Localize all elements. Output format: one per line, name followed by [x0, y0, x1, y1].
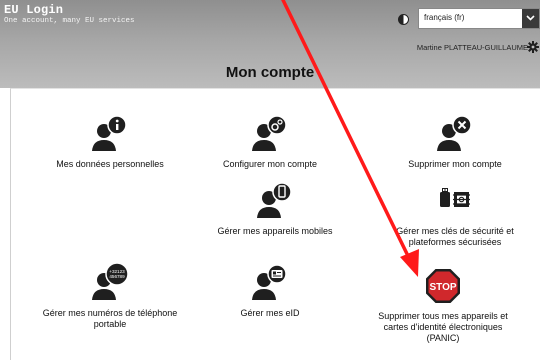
- gear-icon[interactable]: [527, 40, 539, 58]
- tile-delete-account-label: Supprimer mon compte: [408, 159, 502, 169]
- tile-panic-label: Supprimer tous mes appareils et cartes d…: [378, 311, 508, 343]
- tile-mobile-devices-label: Gérer mes appareils mobiles: [217, 226, 333, 236]
- tile-security-keys-label: Gérer mes clés de sécurité et plateforme…: [396, 226, 514, 247]
- tile-eid[interactable]: Gérer mes eID: [195, 262, 345, 319]
- page-title: Mon compte: [225, 64, 315, 81]
- user-delete-icon: [434, 113, 476, 155]
- user-id-card-icon: [249, 262, 291, 304]
- tile-personal-data[interactable]: Mes données personnelles: [35, 113, 185, 170]
- app-tagline: One account, many EU services: [4, 17, 135, 25]
- user-mobile-icon: [254, 180, 296, 222]
- security-key-chip-icon: [434, 180, 476, 222]
- tile-security-keys[interactable]: Gérer mes clés de sécurité et plateforme…: [380, 180, 530, 248]
- language-select[interactable]: français (fr): [418, 8, 540, 29]
- user-phone-number-icon: +32123 456789: [89, 262, 131, 304]
- stop-sign-text: STOP: [429, 282, 456, 293]
- user-name[interactable]: Martine PLATTEAU-GUILLAUME: [417, 43, 528, 52]
- language-select-value: français (fr): [424, 13, 465, 22]
- tile-personal-data-label: Mes données personnelles: [56, 159, 164, 169]
- tile-configure-account-label: Configurer mon compte: [222, 159, 318, 169]
- user-settings-icon: [249, 113, 291, 155]
- tile-configure-account[interactable]: Configurer mon compte: [195, 113, 345, 170]
- tile-phone-numbers-label: Gérer mes numéros de téléphone portable: [42, 308, 178, 329]
- tile-panic[interactable]: STOP Supprimer tous mes appareils et car…: [368, 265, 518, 344]
- app-title: EU Login: [4, 3, 64, 17]
- tile-phone-numbers[interactable]: +32123 456789 Gérer mes numéros de télép…: [35, 262, 185, 330]
- stop-sign-icon: STOP: [422, 265, 464, 307]
- svg-text:456789: 456789: [109, 274, 125, 279]
- contrast-toggle-icon[interactable]: [398, 14, 409, 25]
- tile-eid-label: Gérer mes eID: [240, 308, 300, 318]
- user-info-icon: [89, 113, 131, 155]
- page-header: EU Login One account, many EU services f…: [0, 0, 540, 88]
- chevron-down-icon[interactable]: [522, 9, 539, 28]
- tile-delete-account[interactable]: Supprimer mon compte: [380, 113, 530, 170]
- tile-mobile-devices[interactable]: Gérer mes appareils mobiles: [200, 180, 350, 237]
